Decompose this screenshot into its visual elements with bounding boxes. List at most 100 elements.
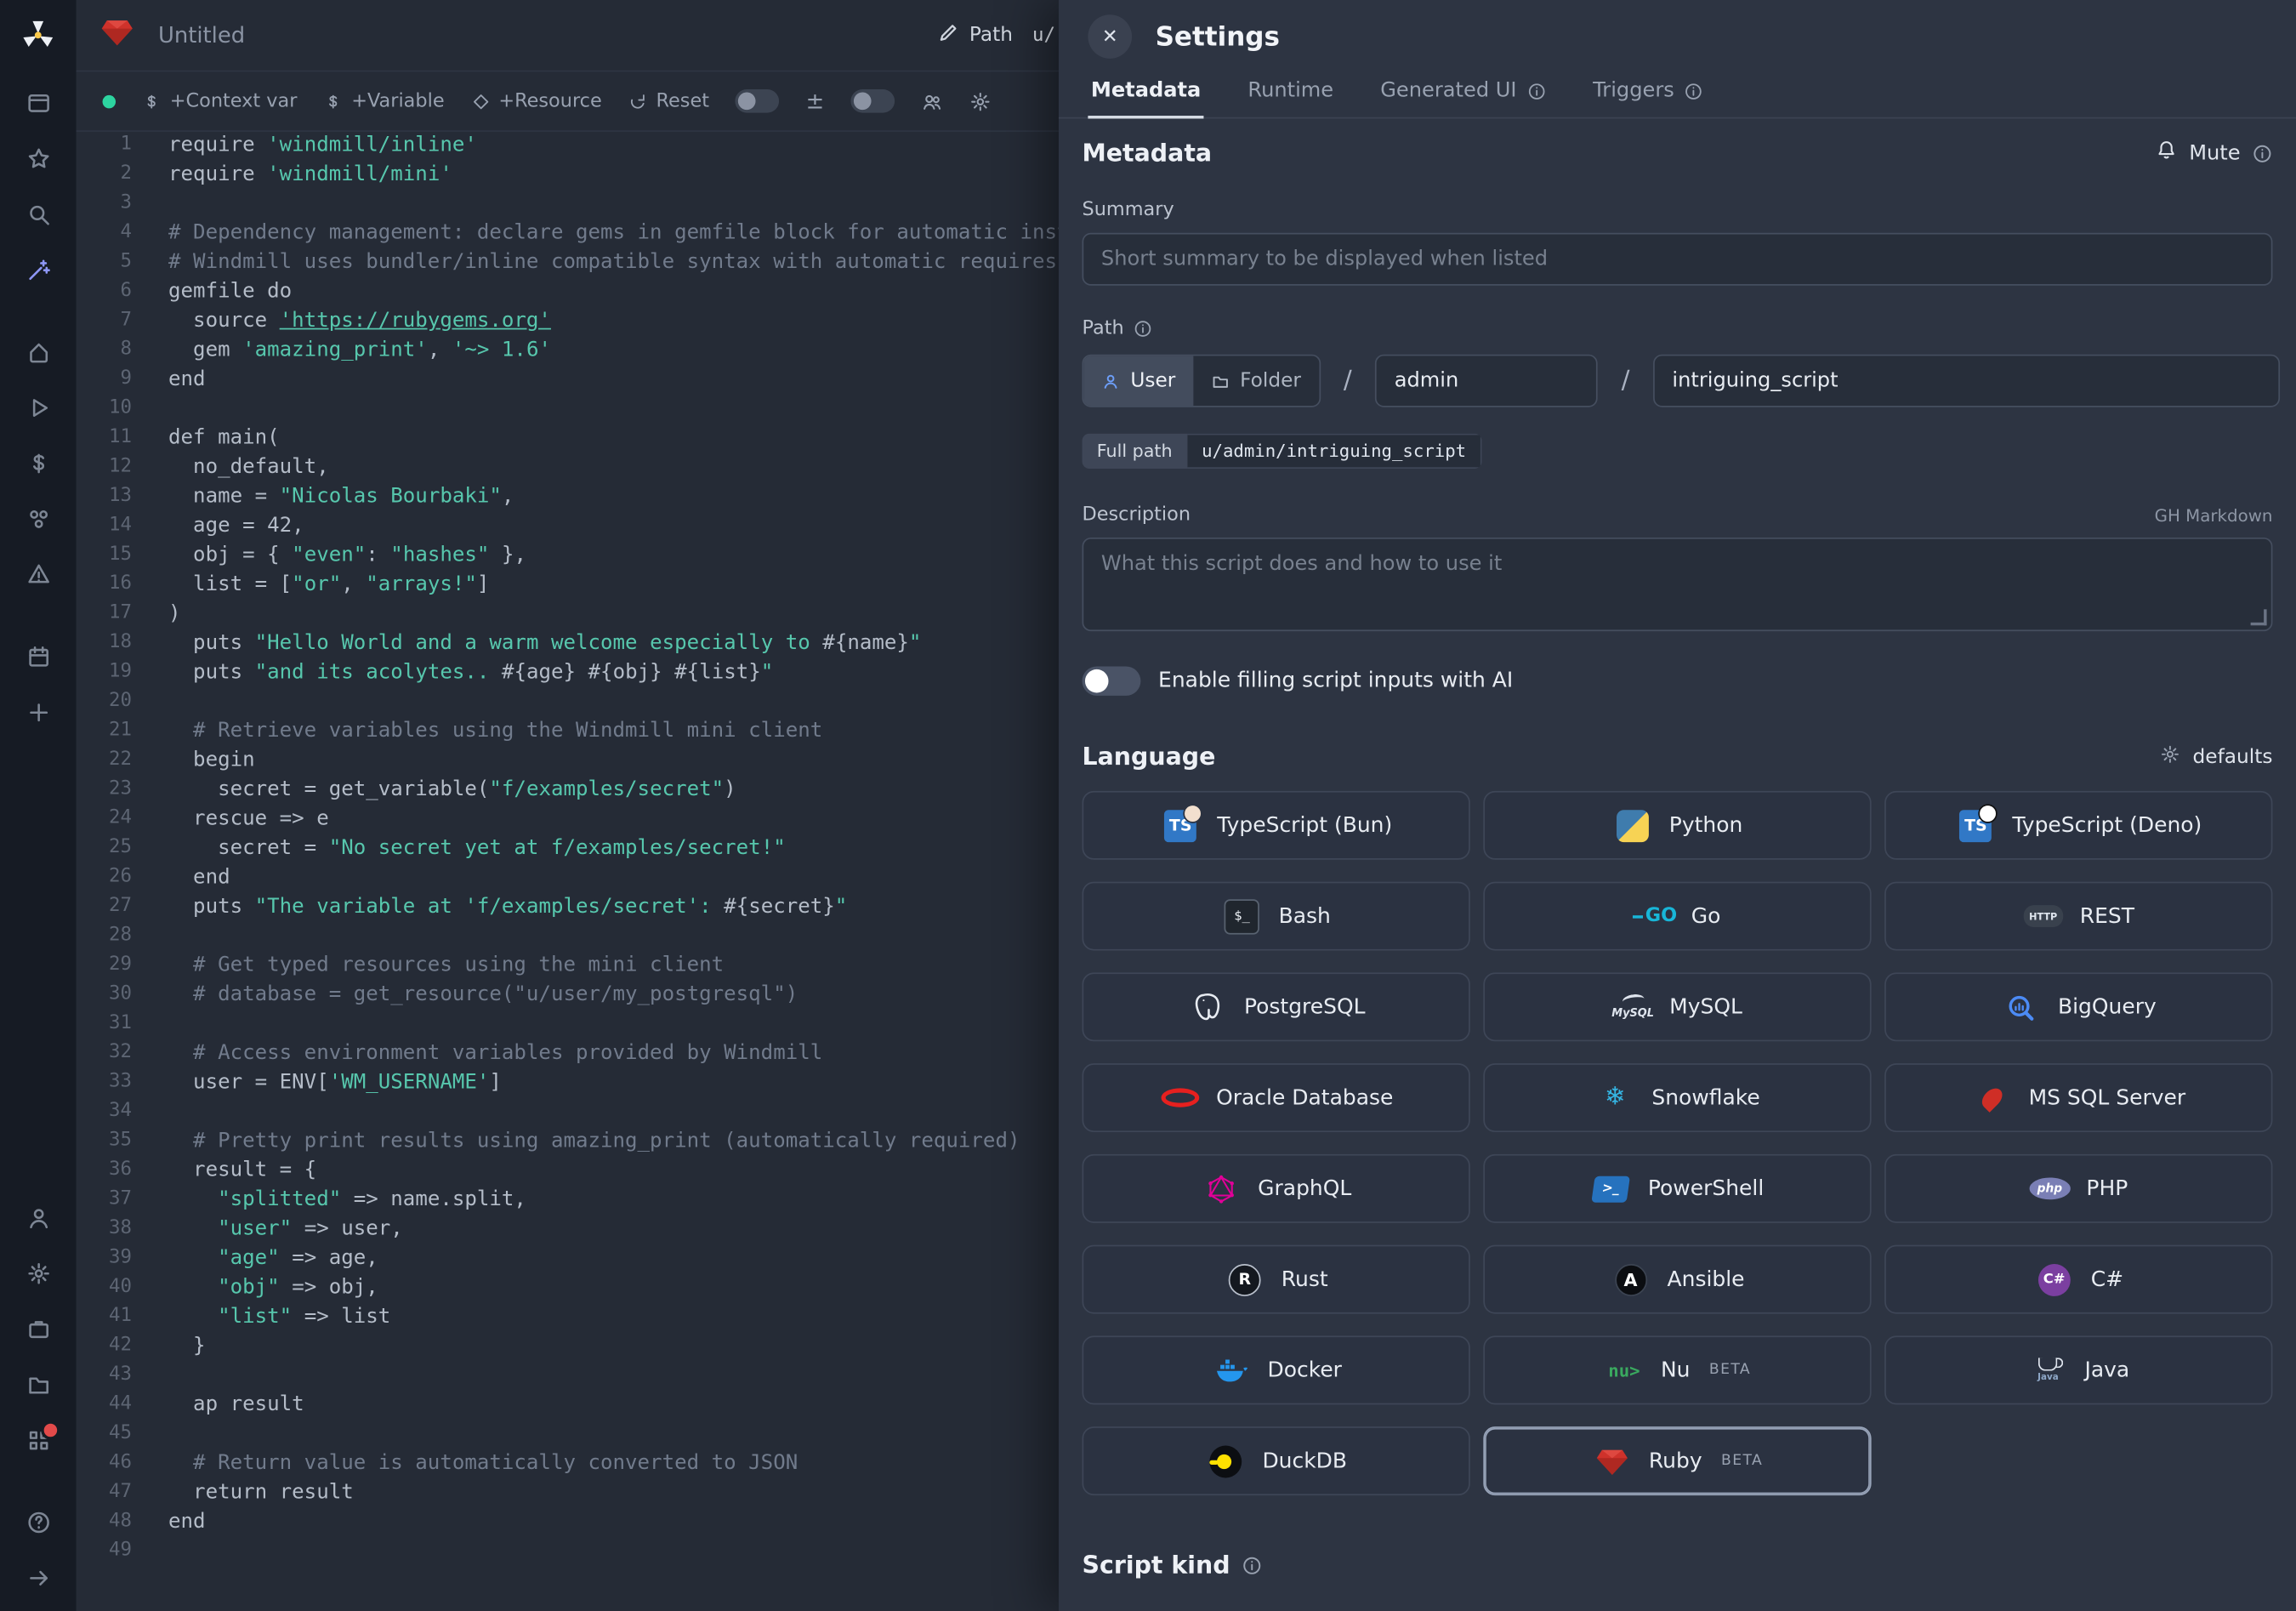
language-button-docker[interactable]: Docker xyxy=(1083,1335,1470,1404)
summary-input[interactable] xyxy=(1083,233,2273,286)
language-button-php[interactable]: phpPHP xyxy=(1884,1154,2272,1223)
plus-minus-icon[interactable]: ± xyxy=(806,88,825,114)
mute-button[interactable]: Mute xyxy=(2156,139,2273,168)
language-button-ruby[interactable]: RubyBETA xyxy=(1483,1426,1871,1495)
help-icon[interactable] xyxy=(19,1503,57,1541)
apps-grid-icon[interactable] xyxy=(19,1420,57,1459)
sidebar-group xyxy=(19,637,57,731)
autosave-toggle[interactable] xyxy=(850,89,895,113)
language-button-ms-sql-server[interactable]: MS SQL Server xyxy=(1884,1063,2272,1132)
description-label: Description xyxy=(1083,504,1191,526)
line-number: 18 xyxy=(99,629,132,657)
app-window-icon[interactable] xyxy=(19,83,57,122)
path-prefix-text: u/ xyxy=(1032,0,1055,71)
line-number: 45 xyxy=(99,1420,132,1449)
resources-icon[interactable] xyxy=(19,499,57,538)
line-number: 31 xyxy=(99,1009,132,1038)
path-label: Path xyxy=(1083,318,2273,340)
star-icon[interactable] xyxy=(19,139,57,178)
tab-metadata[interactable]: Metadata xyxy=(1088,67,1203,117)
line-number: 24 xyxy=(99,804,132,833)
tab-triggers[interactable]: Triggers xyxy=(1590,67,1707,117)
language-label: C# xyxy=(2091,1267,2123,1291)
search-icon[interactable] xyxy=(19,195,57,233)
script-title-input[interactable] xyxy=(156,20,600,49)
language-button-duckdb[interactable]: DuckDB xyxy=(1083,1426,1470,1495)
home-icon[interactable] xyxy=(19,333,57,371)
sidebar-bottom-icons xyxy=(19,1198,57,1597)
settings-header: ✕ Settings xyxy=(1059,0,2296,65)
collapse-icon[interactable] xyxy=(19,1558,57,1597)
ai-wand-icon[interactable] xyxy=(19,250,57,288)
line-number: 9 xyxy=(99,365,132,394)
language-button-rust[interactable]: RRust xyxy=(1083,1245,1470,1314)
tab-generated-ui[interactable]: Generated UI xyxy=(1378,67,1549,117)
owner-kind-user-button[interactable]: User xyxy=(1083,356,1193,406)
line-number: 35 xyxy=(99,1126,132,1155)
language-button-ansible[interactable]: AAnsible xyxy=(1483,1245,1871,1314)
reset-button[interactable]: Reset xyxy=(628,90,709,112)
line-number: 28 xyxy=(99,921,132,950)
language-label: Python xyxy=(1669,814,1743,838)
line-number: 38 xyxy=(99,1214,132,1243)
language-button-mysql[interactable]: MySQLMySQL xyxy=(1483,972,1871,1041)
language-button-graphql[interactable]: GraphQL xyxy=(1083,1154,1470,1223)
language-button-typescript-deno[interactable]: TSTypeScript (Deno) xyxy=(1884,791,2272,860)
language-defaults-button[interactable]: defaults xyxy=(2161,743,2273,770)
language-label: Bash xyxy=(1279,904,1331,928)
line-number: 6 xyxy=(99,276,132,305)
path-name-input[interactable] xyxy=(1653,355,2280,407)
go-icon: GO xyxy=(1634,897,1675,936)
diff-toggle[interactable] xyxy=(736,89,780,113)
create-icon[interactable] xyxy=(19,692,57,731)
language-button-rest[interactable]: HTTPREST xyxy=(1884,882,2272,951)
path-owner-input[interactable] xyxy=(1375,355,1598,407)
settings-icon[interactable] xyxy=(19,1254,57,1292)
language-button-postgresql[interactable]: PostgreSQL xyxy=(1083,972,1470,1041)
path-separator: / xyxy=(1622,366,1630,395)
sidebar xyxy=(0,0,77,1611)
owner-kind-folder-button[interactable]: Folder xyxy=(1193,356,1319,406)
language-button-snowflake[interactable]: ❄Snowflake xyxy=(1483,1063,1871,1132)
errors-icon[interactable] xyxy=(19,555,57,594)
language-button-python[interactable]: Python xyxy=(1483,791,1871,860)
user-icon[interactable] xyxy=(19,1198,57,1237)
add-resource-button[interactable]: +Resource xyxy=(471,90,602,112)
line-number: 46 xyxy=(99,1449,132,1477)
line-number: 3 xyxy=(99,189,132,218)
language-button-powershell[interactable]: >_PowerShell xyxy=(1483,1154,1871,1223)
folders-icon[interactable] xyxy=(19,1365,57,1403)
editor-settings-gear-icon[interactable] xyxy=(969,90,992,112)
path-button[interactable]: Path xyxy=(937,0,1013,71)
windmill-logo-icon[interactable] xyxy=(19,16,57,60)
runs-icon[interactable] xyxy=(19,388,57,426)
variables-icon[interactable] xyxy=(19,444,57,482)
tab-runtime[interactable]: Runtime xyxy=(1245,67,1337,117)
language-button-java[interactable]: JavaJava xyxy=(1884,1335,2272,1404)
ai-fill-toggle[interactable] xyxy=(1083,666,1141,695)
workers-icon[interactable] xyxy=(19,1309,57,1347)
duckdb-icon xyxy=(1205,1442,1246,1480)
collaborators-icon[interactable] xyxy=(921,90,943,112)
beta-badge: BETA xyxy=(1721,1453,1763,1469)
language-button-bash[interactable]: $_Bash xyxy=(1083,882,1470,951)
schedules-icon[interactable] xyxy=(19,637,57,675)
description-textarea[interactable] xyxy=(1083,538,2273,631)
language-label: BigQuery xyxy=(2058,995,2157,1019)
line-number: 34 xyxy=(99,1097,132,1126)
language-button-bigquery[interactable]: BigQuery xyxy=(1884,972,2272,1041)
language-button-c[interactable]: C# C# xyxy=(1884,1245,2272,1314)
close-icon[interactable]: ✕ xyxy=(1088,14,1132,59)
language-button-nu[interactable]: nu>NuBETA xyxy=(1483,1335,1871,1404)
language-button-go[interactable]: GOGo xyxy=(1483,882,1871,951)
line-number: 15 xyxy=(99,540,132,569)
line-number: 37 xyxy=(99,1185,132,1214)
metadata-heading: Metadata xyxy=(1083,139,1213,168)
add-variable-button[interactable]: +Variable xyxy=(323,90,444,112)
typescript-bun-icon: TS xyxy=(1160,806,1201,845)
csharp-icon: C# xyxy=(2034,1261,2075,1299)
language-button-typescript-bun[interactable]: TSTypeScript (Bun) xyxy=(1083,791,1470,860)
language-button-oracle-database[interactable]: Oracle Database xyxy=(1083,1063,1470,1132)
add-context-var-button[interactable]: +Context var xyxy=(142,90,297,112)
line-number: 25 xyxy=(99,834,132,862)
